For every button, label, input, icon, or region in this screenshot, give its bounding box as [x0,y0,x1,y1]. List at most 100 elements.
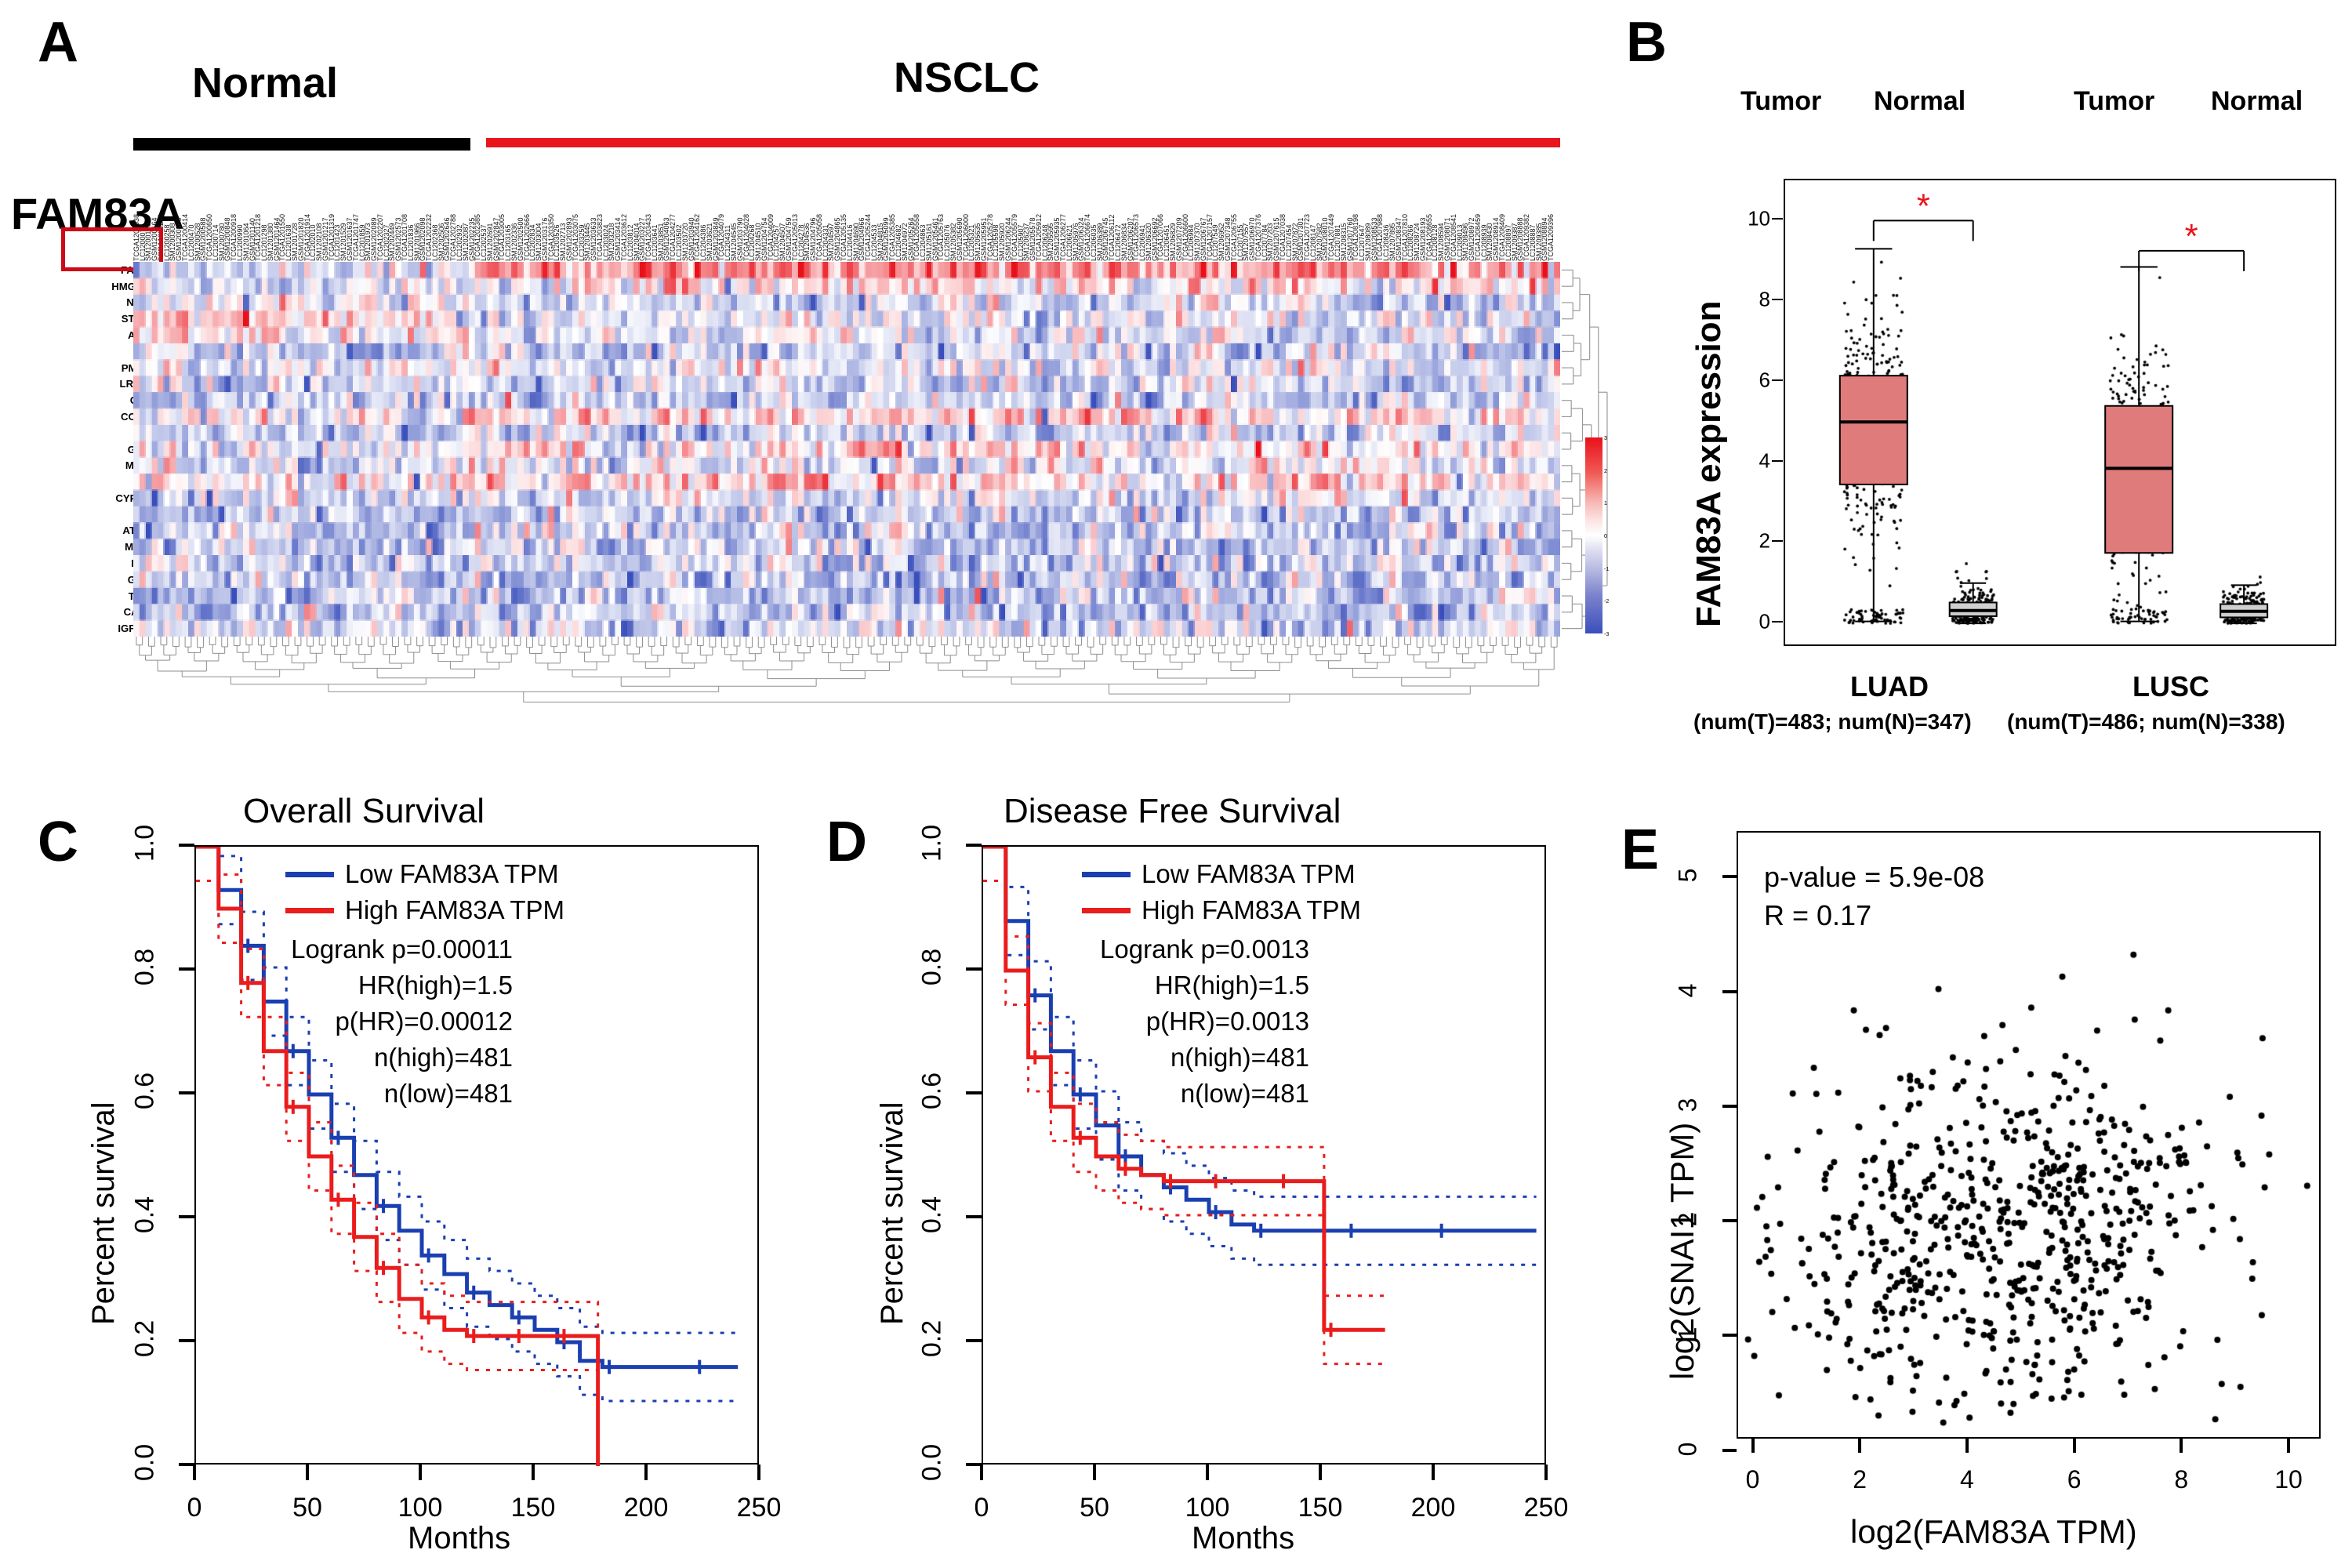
panel-d-title: Disease Free Survival [1004,792,1341,830]
km-x-tickmark [1206,1465,1209,1480]
boxplot-cohort-lusc-label: LUSC [2132,670,2209,702]
scatter-y-tickmark [1722,1219,1737,1223]
scatter-y-tick: 5 [1673,869,1702,883]
km-x-tickmark [1319,1465,1322,1480]
km-y-tick: 0.4 [916,1196,947,1234]
nsclc-group-bar [486,138,1560,147]
km-y-tickmark [966,1215,982,1218]
panel-d-y-axis-label: Percent survival [875,1102,909,1325]
scatter-x-tick: 6 [2067,1465,2082,1494]
scatter-x-tickmark [1965,1439,1969,1453]
km-curve [196,879,600,1466]
boxplot-y-tickmark [1772,379,1783,381]
km-x-tick: 50 [292,1493,322,1523]
km-x-tick: 250 [1523,1493,1569,1523]
km-x-tickmark [193,1465,196,1480]
scatter-x-tick: 8 [2174,1465,2189,1494]
km-x-tick: 200 [623,1493,669,1523]
boxplot-y-tickmark [1772,540,1783,543]
column-dendrogram [133,637,1560,739]
km-stat-line: p(HR)=0.00012 [335,1007,513,1036]
km-x-tick: 200 [1410,1493,1456,1523]
km-x-tickmark [1432,1465,1435,1480]
km-x-tick: 150 [1298,1493,1343,1523]
heatmap-colorbar: 3 2 1 0 -1 -2 -3 [1585,436,1609,637]
colorbar-tick: 3 [1604,436,1607,441]
scatter-y-tickmark [1722,1334,1737,1338]
panel-d-letter: D [826,811,867,873]
boxplot-counts-luad: (num(T)=483; num(N)=347) [1693,710,1972,734]
km-y-tick: 1.0 [916,824,947,862]
km-y-tickmark [179,844,194,847]
scatter-x-tick: 0 [1745,1465,1760,1494]
km-x-tickmark [1093,1465,1096,1480]
boxplot-header-lusc-normal: Normal [2211,86,2303,116]
km-x-tick: 150 [510,1493,556,1523]
panel-e-letter: E [1621,818,1660,881]
boxplot-header-lusc-tumor: Tumor [2074,86,2155,116]
km-x-tickmark [980,1465,983,1480]
scatter-y-tick: 4 [1673,983,1702,998]
km-stat-line: Logrank p=0.00011 [291,935,513,964]
heatmap-group-label-nsclc: NSCLC [894,54,1040,101]
panel-d-x-axis-label: Months [1192,1521,1295,1555]
km-legend-swatch [285,872,334,877]
boxplot-y-tick: 6 [1759,368,1770,392]
km-y-tick: 0.0 [916,1443,947,1482]
panel-c-letter: C [38,811,78,873]
panel-b-letter: B [1626,11,1667,74]
panel-a-letter: A [38,11,78,74]
km-stat-line: n(high)=481 [1170,1043,1309,1072]
panel-e-rvalue: R = 0.17 [1764,898,1872,931]
scatter-x-tickmark [2180,1439,2183,1453]
km-legend-swatch [1082,872,1131,877]
km-y-tick: 0.2 [129,1319,160,1358]
km-stat-line: n(high)=481 [373,1043,513,1072]
scatter-y-tick: 2 [1673,1212,1702,1227]
boxplot-header-luad-tumor: Tumor [1740,86,1822,116]
colorbar-tick: 1 [1604,501,1607,507]
km-x-tick: 100 [397,1493,443,1523]
km-stat-line: HR(high)=1.5 [1154,971,1309,1000]
panel-e-x-axis-label: log2(FAM83A TPM) [1850,1513,2137,1550]
km-y-tick: 0.2 [916,1319,947,1358]
panel-c-title: Overall Survival [243,792,485,830]
km-x-tickmark [757,1465,760,1480]
boxplot-significance-star: * [2185,217,2198,256]
colorbar-tick: -2 [1604,599,1610,605]
km-x-tickmark [532,1465,535,1480]
km-legend-label: Low FAM83A TPM [345,859,559,888]
scatter-y-tick: 3 [1673,1098,1702,1112]
scatter-x-tickmark [1751,1439,1755,1453]
scatter-x-tick: 10 [2274,1465,2303,1494]
boxplot-y-axis-label: FAM83A expression [1690,300,1728,627]
km-x-tickmark [419,1465,422,1480]
heatmap-grid [133,262,1560,637]
scatter-x-tick: 4 [1959,1465,1974,1494]
km-legend-swatch [285,908,334,913]
km-y-tickmark [966,1463,982,1466]
km-y-tickmark [966,844,982,847]
panel-e-pvalue: p-value = 5.9e-08 [1764,861,1985,893]
km-x-tickmark [644,1465,648,1480]
km-y-tickmark [179,1339,194,1342]
scatter-y-tick: 0 [1673,1442,1702,1457]
km-x-tick: 0 [187,1493,202,1523]
km-y-tickmark [966,1339,982,1342]
km-stat-line: p(HR)=0.0013 [1145,1007,1309,1036]
km-x-tick: 250 [736,1493,782,1523]
km-stat-line: n(low)=481 [1180,1079,1309,1108]
boxplot-significance-star: * [1917,187,1930,225]
km-y-tick: 1.0 [129,824,160,862]
panel-c-overall-survival: C Overall Survival Percent survival Mont… [0,784,831,1568]
km-stat-line: n(low)=481 [383,1079,513,1108]
km-legend-label: Low FAM83A TPM [1142,859,1356,888]
panel-e-annotations: p-value = 5.9e-08 R = 0.17 [1764,858,1984,935]
km-x-tick: 50 [1080,1493,1109,1523]
km-y-tickmark [179,1215,194,1218]
km-stat-line: Logrank p=0.0013 [1100,935,1309,964]
colorbar-tick: -1 [1604,566,1610,572]
boxplot-y-ticks: 0 2 4 6 8 10 [1733,174,1783,651]
boxplot-y-tick: 8 [1759,287,1770,311]
colorbar-gradient [1585,437,1602,633]
